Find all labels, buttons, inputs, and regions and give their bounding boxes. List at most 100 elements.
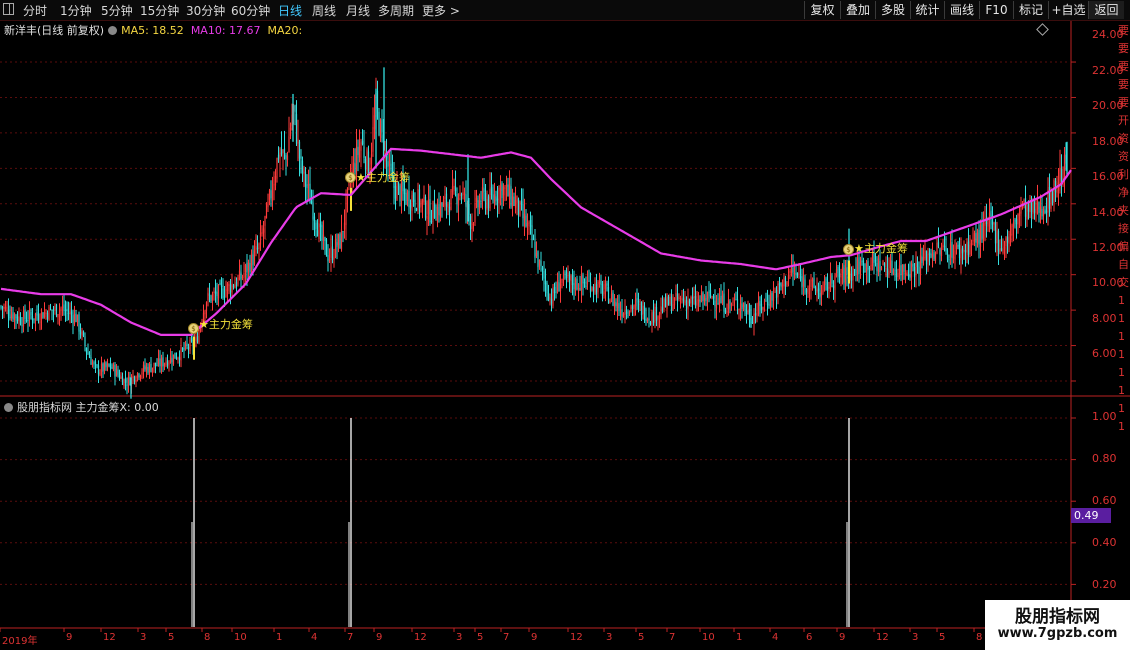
candle-body — [745, 310, 748, 315]
candle-body — [741, 303, 743, 309]
candle-body — [897, 272, 899, 278]
candle-body — [850, 273, 853, 281]
x-axis-label: 10 — [234, 632, 247, 643]
candle-body — [925, 251, 928, 265]
sub-chart-title: 股朋指标网 主力金筹X: 0.00 — [17, 401, 159, 414]
candle-body — [460, 194, 463, 196]
candle-body — [898, 265, 901, 271]
candle-body — [91, 362, 94, 366]
indicator-menu-icon[interactable] — [4, 403, 13, 412]
signal-label: ★主力金筹 — [356, 171, 410, 184]
candle-body — [771, 292, 773, 301]
candle-body — [975, 233, 977, 243]
candle-body — [1036, 199, 1039, 210]
candle-body — [612, 292, 614, 306]
candle-body — [241, 277, 244, 279]
candle-body — [328, 259, 331, 261]
candle-body — [751, 321, 754, 324]
candle-body — [520, 201, 523, 205]
candle-body — [42, 312, 44, 319]
candle-body — [934, 253, 937, 262]
candle-body — [312, 202, 314, 220]
candle-body — [619, 311, 622, 313]
candle-body — [654, 306, 656, 324]
candle-body — [865, 261, 868, 272]
candle-body — [957, 244, 959, 247]
candle-body — [145, 366, 148, 370]
candle-body — [40, 310, 43, 320]
candle-body — [528, 222, 530, 224]
candle-body — [418, 189, 421, 208]
candle-body — [813, 277, 815, 288]
candle-body — [183, 347, 185, 351]
candle-body — [916, 261, 919, 268]
candle-body — [834, 275, 836, 290]
candle-body — [492, 194, 494, 201]
side-glyph: 1 — [1118, 366, 1125, 379]
side-glyph: 资 — [1118, 132, 1129, 145]
candle-body — [204, 310, 206, 315]
candle-body — [768, 304, 770, 306]
candle-body — [3, 306, 5, 309]
candle-body — [451, 186, 454, 192]
candle-body — [903, 264, 905, 272]
candle-body — [534, 241, 536, 258]
candle-body — [346, 187, 349, 198]
candle-body — [919, 255, 922, 274]
candle-body — [322, 234, 325, 242]
candle-body — [343, 222, 346, 230]
candle-body — [772, 292, 775, 301]
candle-body — [274, 176, 277, 186]
kline-chart[interactable] — [0, 0, 1130, 650]
candle-body — [754, 312, 757, 316]
candle-body — [663, 298, 665, 311]
candle-body — [931, 253, 934, 257]
candle-body — [315, 222, 317, 230]
candle-body — [912, 264, 914, 267]
candle-body — [976, 232, 979, 243]
candle-body — [801, 275, 803, 288]
candle-body — [429, 199, 431, 223]
candle-body — [807, 289, 809, 294]
candle-body — [178, 357, 181, 360]
candle-body — [379, 120, 382, 138]
candle-body — [514, 200, 517, 208]
candle-body — [489, 189, 491, 209]
candle-body — [483, 188, 485, 193]
candle-body — [303, 168, 305, 174]
candle-body — [337, 234, 340, 246]
candle-body — [123, 379, 125, 387]
candle-body — [438, 204, 440, 216]
candle-body — [726, 310, 728, 313]
candle-body — [411, 195, 413, 211]
x-axis-label: 7 — [347, 632, 354, 643]
candle-body — [37, 314, 40, 321]
candle-body — [735, 299, 737, 301]
candle-body — [363, 146, 365, 158]
candle-body — [730, 304, 733, 306]
candle-body — [582, 274, 584, 284]
candle-body — [993, 223, 995, 225]
candle-body — [840, 275, 842, 278]
candle-body — [264, 216, 266, 226]
candle-body — [727, 299, 730, 309]
candle-body — [135, 379, 137, 383]
side-glyph: 净 — [1118, 186, 1129, 199]
candle-body — [426, 215, 428, 220]
candle-body — [643, 305, 646, 320]
x-axis-label: 8 — [204, 632, 211, 643]
candle-body — [952, 257, 955, 259]
candle-body — [423, 195, 425, 202]
candle-body — [114, 365, 116, 377]
candle-body — [256, 247, 259, 250]
candle-body — [366, 149, 368, 171]
candle-body — [825, 278, 827, 281]
candle-body — [706, 292, 709, 299]
side-glyph: 要 — [1118, 60, 1129, 73]
candle-body — [651, 312, 653, 326]
candle-body — [127, 376, 130, 386]
candle-body — [76, 314, 79, 322]
candle-body — [181, 348, 184, 350]
sub-y-tick: 1.00 — [1092, 410, 1117, 423]
candle-body — [493, 194, 496, 204]
